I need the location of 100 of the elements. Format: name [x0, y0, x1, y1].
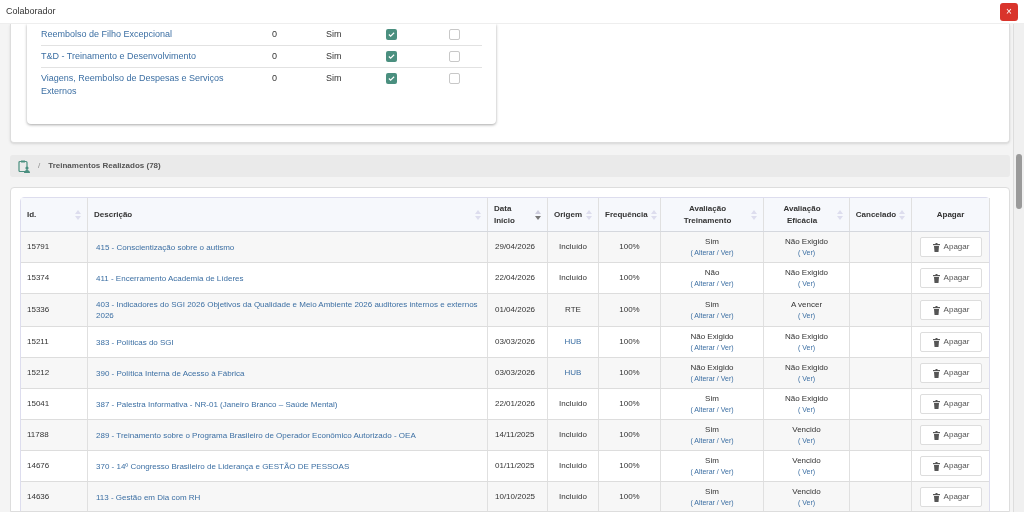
frequency-cell: 100% [619, 336, 640, 348]
delete-button[interactable]: Apagar [920, 300, 982, 320]
checkbox[interactable] [449, 51, 460, 62]
date-cell: 22/01/2026 [495, 398, 536, 410]
trash-icon [932, 305, 940, 315]
benefit-count: 0 [272, 50, 278, 63]
delete-button[interactable]: Apagar [920, 456, 982, 476]
origin-cell: Incluído [559, 460, 587, 472]
column-header[interactable]: Data Início [488, 198, 548, 231]
training-link[interactable]: 415 - Conscientização sobre o autismo [96, 241, 235, 253]
training-link[interactable]: 113 - Gestão em Dia com RH [96, 491, 201, 503]
training-link[interactable]: 411 - Encerramento Academia de Líderes [96, 272, 244, 284]
id-cell: 11788 [27, 429, 49, 441]
id-cell: 15041 [27, 398, 50, 410]
id-cell: 15791 [27, 241, 50, 253]
origin-cell: Incluído [559, 272, 587, 284]
training-link[interactable]: 403 - Indicadores do SGI 2026 Objetivos da Qualidade e Meio Ambiente 2026 auditores internos e externos 2026 [96, 299, 479, 321]
column-header[interactable]: Apagar [912, 198, 990, 231]
frequency-cell: 100% [619, 398, 640, 410]
benefit-link[interactable]: Reembolso de Filho Excepcional [41, 28, 272, 41]
close-button[interactable]: × [1000, 2, 1018, 21]
date-cell: 10/10/2025 [495, 491, 536, 503]
date-cell: 01/04/2026 [495, 304, 536, 316]
training-evaluation: Não Exigido [690, 330, 734, 343]
frequency-cell: 100% [619, 429, 640, 441]
efficacy-evaluation: Não Exigido [784, 235, 829, 248]
training-evaluation: Sim [705, 235, 719, 248]
training-evaluation: Sim [705, 454, 719, 467]
checkbox[interactable] [386, 51, 397, 62]
delete-button[interactable]: Apagar [920, 425, 982, 445]
training-link[interactable]: 289 - Treinamento sobre o Programa Brasileiro de Operador Econômico Autorizado - OEA [96, 429, 416, 441]
training-evaluation: Não Exigido [690, 361, 734, 374]
efficacy-evaluation: Não Exigido [784, 361, 829, 374]
frequency-cell: 100% [619, 460, 640, 472]
efficacy-evaluation: A vencer [790, 298, 823, 311]
training-evaluation: Sim [705, 392, 719, 405]
column-header[interactable]: Id. [21, 198, 88, 231]
origin-link[interactable]: HUB [564, 336, 582, 348]
origin-cell: Incluído [559, 429, 587, 441]
checkbox[interactable] [449, 29, 460, 40]
delete-button[interactable]: Apagar [920, 237, 982, 257]
frequency-cell: 100% [619, 304, 640, 316]
efficacy-evaluation: Vencido [792, 485, 821, 498]
benefit-count: 0 [272, 28, 278, 41]
id-cell: 14636 [27, 491, 50, 503]
checkbox[interactable] [386, 73, 397, 84]
trash-icon [932, 461, 940, 471]
efficacy-evaluation: Vencido [792, 423, 821, 436]
origin-link[interactable]: HUB [564, 367, 582, 379]
column-header[interactable]: Avaliação Treinamento [661, 198, 764, 231]
delete-button[interactable]: Apagar [920, 268, 982, 288]
training-link[interactable]: 387 - Palestra Informativa - NR-01 (Janeiro Branco – Saúde Mental) [96, 398, 338, 410]
training-link[interactable]: 383 - Políticas do SGI [96, 336, 174, 348]
training-link[interactable]: 390 - Política Interna de Acesso à Fábrica [96, 367, 245, 379]
benefit-link[interactable]: T&D - Treinamento e Desenvolvimento [41, 50, 272, 63]
benefit-answer: Sim [326, 28, 343, 41]
benefit-count: 0 [272, 72, 278, 85]
id-cell: 15336 [27, 304, 50, 316]
date-cell: 03/03/2026 [495, 336, 536, 348]
check-icon [388, 53, 395, 60]
trash-icon [932, 492, 940, 502]
clipboard-user-icon [18, 159, 30, 173]
frequency-cell: 100% [619, 241, 640, 253]
checkbox[interactable] [386, 29, 397, 40]
id-cell: 15374 [27, 272, 50, 284]
frequency-cell: 100% [619, 367, 640, 379]
column-header[interactable]: Origem [548, 198, 599, 231]
origin-cell: Incluído [559, 241, 587, 253]
delete-button[interactable]: Apagar [920, 394, 982, 414]
efficacy-evaluation: Vencido [792, 454, 821, 467]
training-link[interactable]: 370 - 14º Congresso Brasileiro de Liderança e GESTÃO DE PESSOAS [96, 460, 350, 472]
delete-button[interactable]: Apagar [920, 332, 982, 352]
id-cell: 15211 [27, 336, 49, 348]
section-title: Treinamentos Realizados (78) [48, 160, 161, 172]
column-header[interactable]: Frequência [599, 198, 661, 231]
benefit-link[interactable]: Viagens, Reembolso de Despesas e Serviços Externos [41, 72, 272, 98]
column-header[interactable]: Avaliação Eficácia [764, 198, 850, 231]
trash-icon [932, 368, 940, 378]
sort-icon[interactable] [535, 209, 541, 220]
delete-button[interactable]: Apagar [920, 363, 982, 383]
column-header[interactable]: Cancelado [850, 198, 912, 231]
trash-icon [932, 273, 940, 283]
delete-button[interactable]: Apagar [920, 487, 982, 507]
date-cell: 29/04/2026 [495, 241, 536, 253]
trash-icon [932, 337, 940, 347]
check-icon [388, 75, 395, 82]
frequency-cell: 100% [619, 272, 640, 284]
origin-cell: Incluído [559, 491, 587, 503]
training-evaluation: Sim [705, 298, 719, 311]
id-cell: 14676 [27, 460, 50, 472]
date-cell: 01/11/2025 [495, 460, 535, 472]
checkbox[interactable] [449, 73, 460, 84]
training-evaluation: Sim [705, 423, 719, 436]
origin-cell: RTE [565, 304, 581, 316]
efficacy-evaluation: Não Exigido [784, 392, 829, 405]
column-header[interactable]: Descrição [88, 198, 488, 231]
training-evaluation: Sim [705, 485, 719, 498]
id-cell: 15212 [27, 367, 50, 379]
window-title: Colaborador [6, 4, 56, 18]
benefit-answer: Sim [326, 50, 343, 63]
